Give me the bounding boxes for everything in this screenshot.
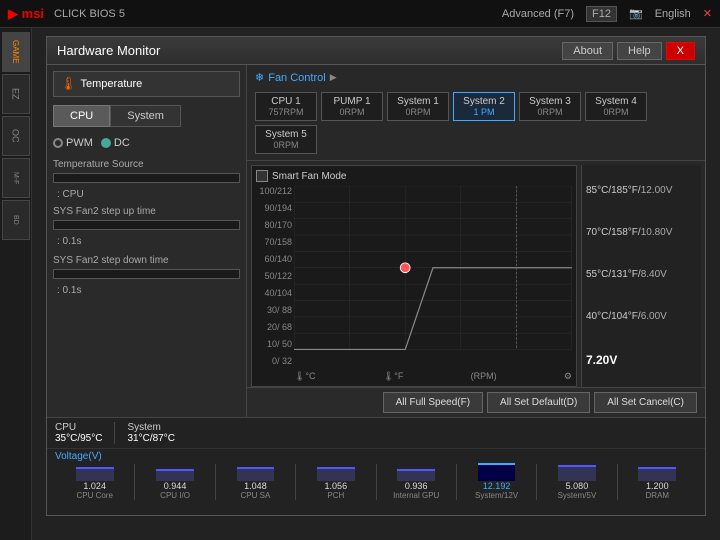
x-rpm-label: (RPM)	[471, 371, 497, 382]
temperature-label: Temperature	[81, 78, 143, 90]
hw-window-title: Hardware Monitor	[57, 43, 562, 58]
temp-source-label: Temperature Source	[53, 159, 240, 170]
cpu-system-tabs: CPU System	[53, 105, 240, 127]
pwm-radio[interactable]	[53, 138, 63, 148]
system-temp-label: System	[127, 422, 174, 433]
about-button[interactable]: About	[562, 42, 613, 60]
system-temp-display: System 31°C/87°C	[115, 422, 174, 444]
v-igpu: 0.936 Internal GPU	[377, 461, 456, 500]
hw-titlebar-buttons: About Help X	[562, 42, 695, 60]
cpu-temp-display: CPU 35°C/95°C	[55, 422, 115, 444]
step-down-value: : 0.1s	[53, 285, 240, 296]
language-selector[interactable]: English	[655, 8, 691, 20]
sidebar-item-oc[interactable]: OC	[2, 116, 30, 156]
cpu-temp-value: 35°C/95°C	[55, 433, 102, 444]
voltage-row-current: 7.20V	[586, 351, 697, 369]
temp-row: CPU 35°C/95°C System 31°C/87°C	[47, 418, 705, 449]
step-up-value: : 0.1s	[53, 236, 240, 247]
voltage-row-2: 55°C/131°F/8.40V	[586, 267, 697, 282]
v-cpu-sa: 1.048 CPU SA	[216, 461, 295, 500]
msi-logo: ▶ msi	[8, 6, 44, 22]
fan-cpu1-btn[interactable]: CPU 1 757RPM	[255, 92, 317, 121]
y-axis-temp: 100/212 90/194 80/170 70/158 60/140 50/1…	[254, 186, 292, 366]
hw-titlebar: Hardware Monitor About Help X	[47, 37, 705, 65]
dc-text: DC	[114, 137, 130, 149]
fan-sys3-btn[interactable]: System 3 0RPM	[519, 92, 581, 121]
fan-sys1-btn[interactable]: System 1 0RPM	[387, 92, 449, 121]
voltage-readings: 85°C/185°F/12.00V 70°C/158°F/10.80V 55°C…	[581, 165, 701, 387]
bios-product-name: CLICK BIOS 5	[54, 8, 125, 20]
x-axis: 🌡°C 🌡°F (RPM) ⚙	[294, 371, 572, 382]
left-panel: 🌡 Temperature CPU System PWM DC	[47, 65, 247, 417]
temperature-icon: 🌡	[60, 76, 77, 92]
all-full-speed-button[interactable]: All Full Speed(F)	[383, 392, 483, 413]
temperature-section-header: 🌡 Temperature	[53, 71, 240, 97]
sidebar-item-board[interactable]: BD	[2, 200, 30, 240]
pwm-text: PWM	[66, 137, 93, 149]
voltage-row-3: 40°C/104°F/6.00V	[586, 309, 697, 324]
hardware-monitor-window: Hardware Monitor About Help X 🌡 Temperat…	[46, 36, 706, 516]
cpu-temp-label: CPU	[55, 422, 102, 433]
bottom-actions: All Full Speed(F) All Set Default(D) All…	[247, 387, 705, 417]
v-sys12v: 12.192 System/12V	[457, 461, 536, 500]
v-dram: 1.200 DRAM	[618, 461, 697, 500]
fan-sys2-btn[interactable]: System 2 1 PM	[453, 92, 515, 121]
v-cpu-core: 1.024 CPU Core	[55, 461, 134, 500]
x-fahrenheit-icon: 🌡°F	[383, 371, 404, 382]
dc-radio-label[interactable]: DC	[101, 137, 130, 149]
fan-arrow: ▶	[330, 72, 337, 83]
smart-fan-checkbox[interactable]	[256, 170, 268, 182]
hw-close-button[interactable]: X	[666, 42, 695, 60]
chart-svg	[294, 186, 572, 350]
close-window-icon[interactable]: ✕	[703, 7, 712, 20]
fan-control-header: ❄ Fan Control ▶	[255, 71, 697, 84]
cpu-tab[interactable]: CPU	[53, 105, 110, 127]
f12-label[interactable]: F12	[586, 6, 617, 22]
temp-source-box	[53, 173, 240, 183]
fan-sys4-btn[interactable]: System 4 0RPM	[585, 92, 647, 121]
advanced-mode-label[interactable]: Advanced (F7)	[502, 8, 574, 20]
x-celsius-icon: 🌡°C	[294, 371, 316, 382]
voltage-row-1: 70°C/158°F/10.80V	[586, 225, 697, 240]
all-set-default-button[interactable]: All Set Default(D)	[487, 392, 590, 413]
help-button[interactable]: Help	[617, 42, 662, 60]
system-tab[interactable]: System	[110, 105, 181, 127]
system-temp-value: 31°C/87°C	[127, 433, 174, 444]
step-down-label: SYS Fan2 step down time	[53, 255, 240, 266]
voltage-bars-row: 1.024 CPU Core 0.944 CPU I/O 1.048 CPU S…	[47, 464, 705, 500]
step-down-box	[53, 269, 240, 279]
fan-control-top: ❄ Fan Control ▶ CPU 1 757RPM PUMP 1 0RPM…	[247, 65, 705, 161]
pwm-radio-label[interactable]: PWM	[53, 137, 93, 149]
right-panel: ❄ Fan Control ▶ CPU 1 757RPM PUMP 1 0RPM…	[247, 65, 705, 417]
hw-body: 🌡 Temperature CPU System PWM DC	[47, 65, 705, 417]
sidebar: GAME EZ OC M-F BD	[0, 28, 32, 540]
pwm-dc-row: PWM DC	[53, 137, 240, 149]
top-bar-right: Advanced (F7) F12 📷 English ✕	[502, 6, 712, 22]
fan-pump1-btn[interactable]: PUMP 1 0RPM	[321, 92, 383, 121]
cpu-source-value: : CPU	[53, 189, 240, 200]
all-set-cancel-button[interactable]: All Set Cancel(C)	[594, 392, 697, 413]
fan-chart[interactable]: Smart Fan Mode 100/212 90/194 80/170 70/…	[251, 165, 577, 387]
fan-rpm-icon: ⚙	[564, 371, 572, 382]
fan-icon: ❄	[255, 71, 264, 84]
smart-fan-label: Smart Fan Mode	[272, 171, 346, 182]
screenshot-icon: 📷	[629, 7, 643, 20]
dc-radio[interactable]	[101, 138, 111, 148]
bottom-status: CPU 35°C/95°C System 31°C/87°C Voltage(V…	[47, 417, 705, 515]
voltage-row-0: 85°C/185°F/12.00V	[586, 183, 697, 198]
chart-area: Smart Fan Mode 100/212 90/194 80/170 70/…	[247, 161, 705, 387]
main-content: Hardware Monitor About Help X 🌡 Temperat…	[32, 28, 720, 540]
sidebar-item-mflash[interactable]: M-F	[2, 158, 30, 198]
top-bar: ▶ msi CLICK BIOS 5 Advanced (F7) F12 📷 E…	[0, 0, 720, 28]
v-sys5v: 5.080 System/5V	[537, 461, 616, 500]
fan-sys5-btn[interactable]: System 5 0RPM	[255, 125, 317, 154]
sidebar-item-game[interactable]: GAME	[2, 32, 30, 72]
fan-control-label: Fan Control	[268, 72, 325, 84]
smart-fan-mode-row: Smart Fan Mode	[256, 170, 346, 182]
sidebar-item-ez[interactable]: EZ	[2, 74, 30, 114]
step-up-box	[53, 220, 240, 230]
v-cpu-io: 0.944 CPU I/O	[135, 461, 214, 500]
step-up-label: SYS Fan2 step up time	[53, 206, 240, 217]
v-pch: 1.056 PCH	[296, 461, 375, 500]
